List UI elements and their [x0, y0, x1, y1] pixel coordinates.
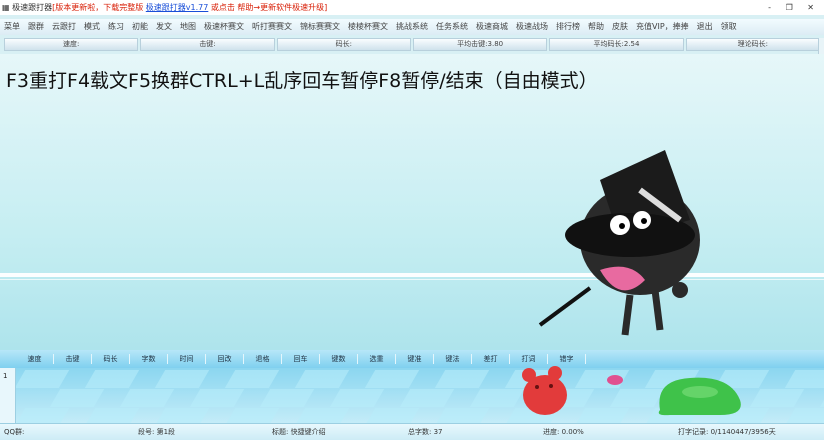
floor-tile: [119, 389, 175, 407]
floor-tile: [224, 408, 280, 423]
floor-tile: [434, 370, 490, 388]
floor-tile: [84, 408, 140, 423]
window-title: 极速跟打器: [12, 3, 53, 12]
instruction-text: F3重打F4载文F5换群CTRL+L乱序回车暂停F8暂停/结束（自由模式）: [6, 70, 598, 92]
stat-cell: 平均击键:3.80: [412, 38, 548, 51]
article-title: 标题: 快捷键介绍: [272, 428, 326, 436]
menu-item[interactable]: 皮肤: [608, 19, 632, 35]
column-header[interactable]: 键法: [434, 354, 472, 364]
column-header[interactable]: 键数: [320, 354, 358, 364]
column-header[interactable]: 速度: [16, 354, 54, 364]
stat-cell: 速度:: [4, 38, 139, 51]
total-words: 总字数: 37: [408, 428, 443, 436]
column-header[interactable]: 退格: [244, 354, 282, 364]
floor-tile: [364, 408, 420, 423]
menu-item[interactable]: 极速杯赛文: [200, 19, 248, 35]
menu-item[interactable]: 初能: [128, 19, 152, 35]
column-header[interactable]: 时间: [168, 354, 206, 364]
window-icon: ▦: [2, 3, 10, 12]
pink-candy: [607, 375, 623, 385]
menu-item[interactable]: 极速商城: [472, 19, 512, 35]
floor-tile: [784, 370, 824, 388]
menu-item[interactable]: 棱棱杯赛文: [344, 19, 392, 35]
menu-item[interactable]: 跟群: [24, 19, 48, 35]
menu-item[interactable]: 菜单: [0, 19, 24, 35]
column-header[interactable]: 码长: [92, 354, 130, 364]
green-gummy-blob: [658, 377, 741, 416]
menu-item[interactable]: 模式: [80, 19, 104, 35]
red-gummy-bear: [522, 366, 567, 415]
floor-tile: [819, 389, 824, 407]
qq-group-label: QQ群:: [4, 428, 25, 436]
typing-record: 打字记录: 0/1140447/3956天: [678, 428, 776, 436]
menu-item[interactable]: 排行榜: [552, 19, 584, 35]
menu-bar: 菜单 跟群 云跟打 模式 练习 初能 发文 地图 极速杯赛文 听打赛赛文 锦标赛赛文 棱棱杯赛文 挑战系…: [0, 19, 824, 35]
column-header[interactable]: 字数: [130, 354, 168, 364]
version-link[interactable]: 极速跟打器v1.77: [146, 3, 209, 12]
update-hint: 或点击 帮助→更新软件极速升级]: [210, 3, 328, 12]
column-header[interactable]: 键准: [396, 354, 434, 364]
column-header[interactable]: 打词: [510, 354, 548, 364]
menu-item[interactable]: 充值VIP，捧捧: [632, 19, 693, 35]
column-header[interactable]: 差打: [472, 354, 510, 364]
floor-tile: [14, 370, 70, 388]
floor-tile: [224, 370, 280, 388]
menu-item[interactable]: 任务系统: [432, 19, 472, 35]
floor-tile: [49, 389, 105, 407]
floor-tile: [294, 408, 350, 423]
hand: [672, 282, 688, 298]
title-bar: ▦ 极速跟打器[版本更新啦，下载完整版 极速跟打器v1.77 或点击 帮助→更新…: [0, 0, 824, 15]
row-index: 1: [3, 372, 8, 380]
floor-tile: [154, 370, 210, 388]
floor-tile: [154, 408, 210, 423]
menu-item[interactable]: 退出: [693, 19, 717, 35]
menu-item[interactable]: 帮助: [584, 19, 608, 35]
update-notice: [版本更新啦，下载完整版: [52, 3, 144, 12]
menu-item[interactable]: 练习: [104, 19, 128, 35]
floor-tile: [189, 389, 245, 407]
status-bar: QQ群: 段号: 第1段 标题: 快捷键介绍 总字数: 37 进度: 0.00%…: [0, 423, 824, 440]
menu-item[interactable]: 发文: [152, 19, 176, 35]
column-header[interactable]: 击键: [54, 354, 92, 364]
floor-tile: [329, 389, 385, 407]
progress-percent: 进度: 0.00%: [543, 428, 584, 436]
floor-tile: [294, 370, 350, 388]
floor-tile: [574, 408, 630, 423]
stat-cell: 平均码长:2.54: [549, 38, 684, 51]
menu-item[interactable]: 极速战场: [512, 19, 552, 35]
column-header[interactable]: 回车: [282, 354, 320, 364]
menu-item[interactable]: 云跟打: [48, 19, 80, 35]
window-controls[interactable]: - ❐ ✕: [768, 0, 820, 15]
menu-item[interactable]: 锦标赛赛文: [296, 19, 344, 35]
column-header[interactable]: 错字: [548, 354, 586, 364]
stat-cell: 码长:: [276, 38, 411, 51]
stat-cell: 理论码长:: [685, 38, 820, 51]
floor-tile: [364, 370, 420, 388]
column-header[interactable]: 回改: [206, 354, 244, 364]
column-header[interactable]: 选重: [358, 354, 396, 364]
menu-item[interactable]: 听打赛赛文: [248, 19, 296, 35]
floor-tile: [434, 408, 490, 423]
stat-cell: 击键:: [140, 38, 275, 51]
results-table-header: 速度 击键 码长 字数 时间 回改 退格 回车 键数 选重 键准 键法 差打 打词 错字: [0, 350, 824, 368]
menu-item[interactable]: 地图: [176, 19, 200, 35]
floor-tile: [84, 370, 140, 388]
magician-illustration: [538, 150, 700, 336]
floor-tile: [259, 389, 315, 407]
floor-tile: [399, 389, 455, 407]
magic-wand: [538, 286, 592, 327]
stats-bar: 速度: 击键: 码长: 平均击键:3.80 平均码长:2.54 理论码长:: [4, 38, 820, 51]
floor-tile: [784, 408, 824, 423]
section-number: 段号: 第1段: [138, 428, 176, 436]
floor-tile: [14, 408, 70, 423]
menu-item[interactable]: 领取: [717, 19, 741, 35]
menu-item[interactable]: 挑战系统: [392, 19, 432, 35]
legs: [621, 289, 664, 336]
